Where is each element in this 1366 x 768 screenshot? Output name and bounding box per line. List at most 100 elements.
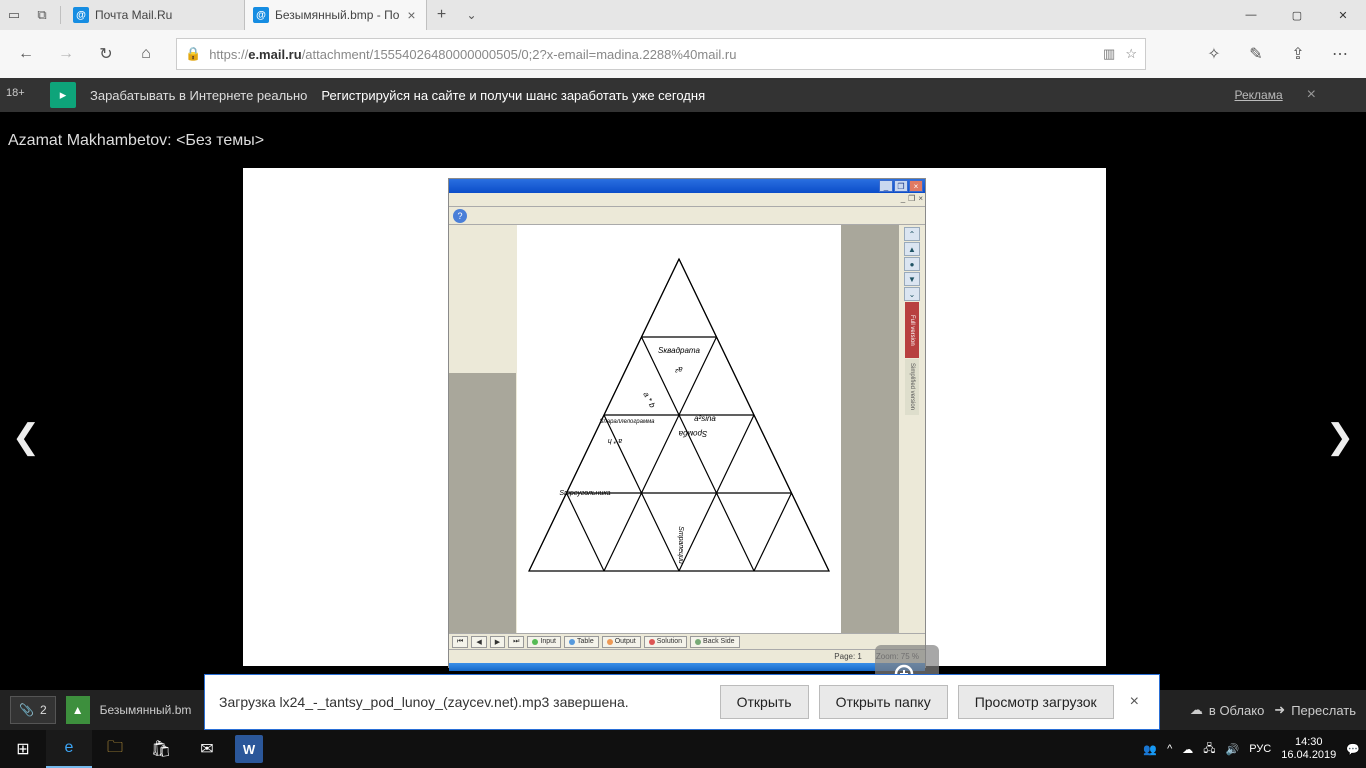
inner-restore-icon: ❐ (894, 180, 908, 192)
svg-text:a * b: a * b (641, 390, 657, 409)
svg-text:Sромба: Sромба (678, 429, 707, 438)
clock[interactable]: 14:30 16.04.2019 (1281, 736, 1336, 762)
tab-label: Почта Mail.Ru (95, 8, 172, 22)
input-tab: Input (527, 636, 561, 648)
notifications-icon[interactable]: 💬 (1346, 743, 1360, 756)
inner-bottom-toolbar: ⏮ ◀ ▶ ⏭ Input Table Output Solution Back… (449, 633, 925, 649)
address-bar[interactable]: 🔒 https://e.mail.ru/attachment/155540264… (176, 38, 1146, 70)
inner-page: Sквадрата a² a²sina Sромба Sпараллелогра… (517, 225, 841, 633)
mail-favicon-icon: @ (253, 7, 269, 23)
ad-close-icon[interactable]: × (1297, 86, 1316, 104)
next-attachment-button[interactable]: ❯ (1320, 417, 1360, 457)
browser-tab-mail[interactable]: @ Почта Mail.Ru (65, 0, 245, 30)
ad-label[interactable]: Реклама (1235, 88, 1283, 102)
close-window-button[interactable]: ✕ (1320, 0, 1366, 30)
browser-navbar: ← → ↻ ⌂ 🔒 https://e.mail.ru/attachment/1… (0, 30, 1366, 78)
backside-tab: Back Side (690, 636, 740, 648)
scroll-dot-icon: ● (904, 257, 920, 271)
scroll-down-icon: ▼ (904, 272, 920, 286)
download-message: Загрузка lx24_-_tantsy_pod_lunoy_(zaycev… (219, 694, 629, 710)
back-button[interactable]: ← (8, 36, 44, 72)
ad-text-1[interactable]: Зарабатывать в Интернете реально (90, 88, 307, 103)
edge-taskbar-icon[interactable]: e (46, 730, 92, 768)
inner-close-icon: × (909, 180, 923, 192)
ad-logo-icon: ▸ (50, 82, 76, 108)
save-to-cloud-button[interactable]: ☁в Облако (1190, 702, 1264, 718)
scroll-up-icon: ▲ (904, 242, 920, 256)
inner-app-window: _ ❐ × _❐× ? (448, 178, 926, 668)
network-icon[interactable]: 🖧 (1203, 740, 1215, 759)
task-view-icon[interactable]: ▭ (0, 0, 28, 30)
scroll-bottom-icon: ⌄ (904, 287, 920, 301)
close-tab-icon[interactable]: × (405, 7, 417, 23)
view-downloads-button[interactable]: Просмотр загрузок (958, 685, 1114, 719)
time-label: 14:30 (1281, 736, 1336, 749)
reading-view-icon[interactable]: ▥ (1103, 46, 1115, 62)
mail-taskbar-icon[interactable]: ✉ (184, 730, 230, 768)
inner-minimize-icon: _ (879, 180, 893, 192)
browser-tab-attachment[interactable]: @ Безымянный.bmp - По × (245, 0, 427, 30)
language-indicator[interactable]: РУС (1249, 743, 1271, 755)
attachment-file-chip[interactable]: ▲ (66, 696, 90, 724)
more-icon[interactable]: ⋯ (1322, 36, 1358, 72)
inner-toolbar: ? (449, 207, 925, 225)
share-icon[interactable]: ⇪ (1280, 36, 1316, 72)
maximize-button[interactable]: ▢ (1274, 0, 1320, 30)
favorite-icon[interactable]: ☆ (1125, 46, 1137, 62)
lock-icon: 🔒 (185, 46, 201, 62)
gray-panel-left (449, 373, 516, 633)
simplified-version-tab: Simplified version (905, 359, 919, 415)
people-icon[interactable]: 👥 (1143, 743, 1157, 756)
attachment-count-chip[interactable]: 📎 2 (10, 696, 56, 724)
nav-prev-icon: ◀ (471, 636, 486, 648)
svg-text:Sпараллелограмма: Sпараллелограмма (599, 419, 655, 425)
svg-text:Sквадрата: Sквадрата (658, 346, 700, 355)
prev-attachment-button[interactable]: ❮ (6, 417, 46, 457)
new-tab-button[interactable]: + (427, 6, 457, 24)
attach-count: 2 (40, 703, 47, 717)
scroll-top-icon: ⌃ (904, 227, 920, 241)
word-taskbar-icon[interactable]: W (235, 735, 263, 763)
cloud-icon: ☁ (1190, 702, 1203, 718)
content-area: Azamat Makhambetov: <Без темы> ❮ ❯ _ ❐ ×… (0, 112, 1366, 702)
tray-up-icon[interactable]: ^ (1167, 743, 1172, 755)
date-label: 16.04.2019 (1281, 749, 1336, 762)
tabs-dropdown-icon[interactable]: ⌄ (457, 8, 487, 22)
svg-text:a * h: a * h (608, 437, 623, 444)
attachment-filename[interactable]: Безымянный.bm (100, 703, 192, 717)
forward-button[interactable]: ➜Переслать (1274, 702, 1356, 718)
full-version-tab: Full version (905, 302, 919, 358)
download-notification: Загрузка lx24_-_tantsy_pod_lunoy_(zaycev… (204, 674, 1160, 730)
tab-label: Безымянный.bmp - По (275, 8, 399, 22)
volume-icon[interactable]: 🔊 (1226, 743, 1240, 756)
gray-panel-right (841, 225, 899, 633)
attachment-viewer: _ ❐ × _❐× ? (243, 168, 1106, 666)
open-file-button[interactable]: Открыть (720, 685, 809, 719)
inner-titlebar: _ ❐ × (449, 179, 925, 193)
age-label: 18+ (6, 87, 25, 99)
store-taskbar-icon[interactable]: 🛍 (138, 730, 184, 768)
inner-blue-footer (449, 663, 925, 671)
arrow-right-icon: ➜ (1274, 702, 1285, 718)
attachment-footer: 📎 2 ▲ Безымянный.bm Загрузка lx24_-_tant… (0, 690, 1366, 730)
svg-text:Sтреугольника: Sтреугольника (559, 490, 610, 497)
email-subject: Azamat Makhambetov: <Без темы> (0, 112, 1366, 150)
mail-favicon-icon: @ (73, 7, 89, 23)
start-button[interactable]: ⊞ (0, 730, 46, 768)
minimize-button[interactable]: — (1228, 0, 1274, 30)
home-button[interactable]: ⌂ (128, 36, 164, 72)
ad-text-2[interactable]: Регистрируйся на сайте и получи шанс зар… (321, 88, 705, 103)
refresh-button[interactable]: ↻ (88, 36, 124, 72)
forward-button[interactable]: → (48, 36, 84, 72)
url-path: /attachment/15554026480000000505/0;2?x-e… (302, 47, 737, 62)
timeline-icon[interactable]: ⧉ (28, 0, 56, 30)
open-folder-button[interactable]: Открыть папку (819, 685, 948, 719)
onedrive-icon[interactable]: ☁ (1182, 743, 1193, 756)
ad-banner: 18+ ▸ Зарабатывать в Интернете реально Р… (0, 78, 1366, 112)
close-notification-icon[interactable]: × (1124, 693, 1145, 711)
notes-icon[interactable]: ✎ (1238, 36, 1274, 72)
favorites-hub-icon[interactable]: ✧ (1196, 36, 1232, 72)
window-titlebar: ▭ ⧉ @ Почта Mail.Ru @ Безымянный.bmp - П… (0, 0, 1366, 30)
explorer-taskbar-icon[interactable]: 🗀 (92, 730, 138, 768)
nav-last-icon: ⏭ (508, 636, 524, 648)
